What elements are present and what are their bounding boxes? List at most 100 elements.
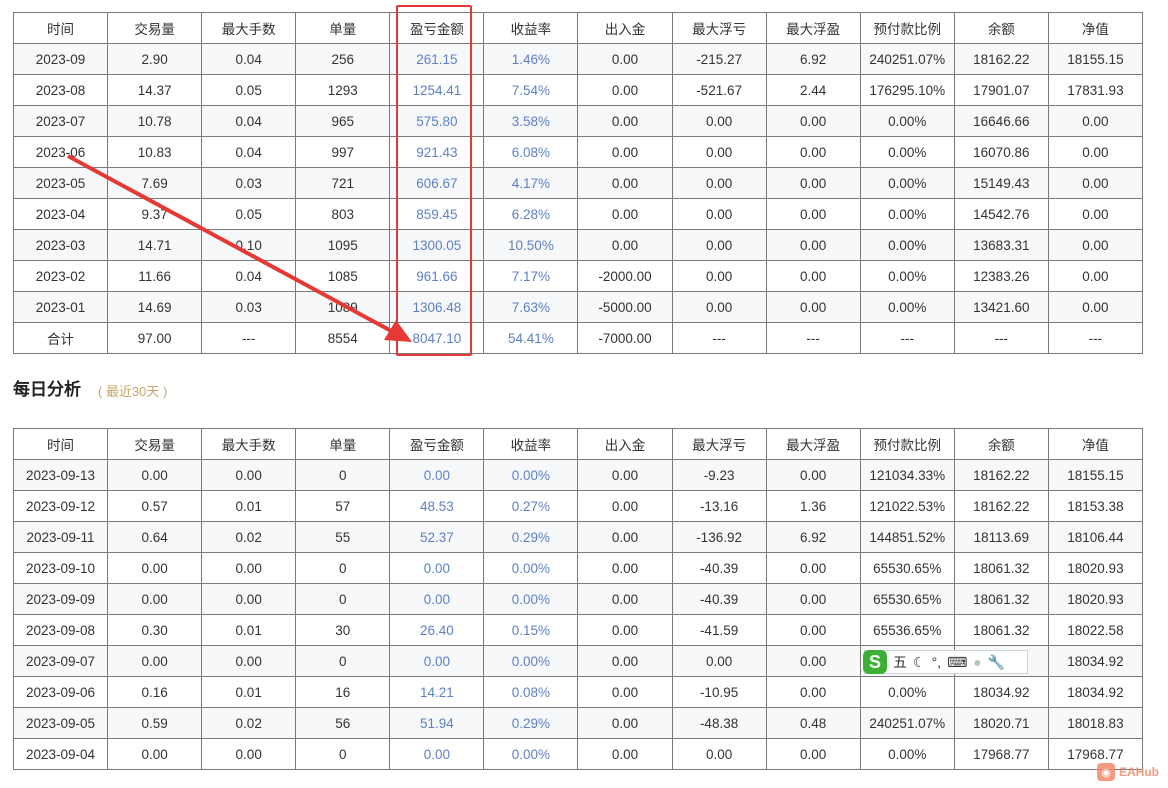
column-header[interactable]: 时间 <box>12 428 109 460</box>
cell-value: 0.00 <box>577 229 673 261</box>
cell-value: 0.00 <box>201 583 297 615</box>
cell-value: 803 <box>295 198 391 230</box>
cell-value: 0.00 <box>201 645 297 677</box>
cell-value: 0.00 <box>765 552 861 584</box>
cell-value: 256 <box>295 43 391 75</box>
cell-value: 57 <box>295 490 391 522</box>
column-header[interactable]: 单量 <box>295 12 391 44</box>
wrench-icon[interactable]: 🔧 <box>988 654 1005 671</box>
cell-value: 0.01 <box>201 490 297 522</box>
cell-value: 0.00 <box>671 260 767 292</box>
cell-date: 2023-01 <box>12 291 109 323</box>
column-header[interactable]: 时间 <box>12 12 109 44</box>
column-header[interactable]: 单量 <box>295 428 391 460</box>
cell-value: 17831.93 <box>1047 74 1144 106</box>
table-row: 2023-03 14.71 0.10 1095 1300.05 10.50% 0.00 0.0… <box>12 229 1144 261</box>
column-header[interactable]: 余额 <box>953 428 1049 460</box>
keyboard-icon[interactable]: ⌨ <box>947 654 967 671</box>
column-header[interactable]: 预付款比例 <box>859 428 955 460</box>
cell-value: 6.28% <box>483 198 579 230</box>
cell-value: 0.00% <box>859 229 955 261</box>
column-header[interactable]: 交易量 <box>107 12 203 44</box>
cell-value: 51.94 <box>389 707 485 739</box>
table-row: 2023-07 10.78 0.04 965 575.80 3.58% 0.00 0.00 0.… <box>12 105 1144 137</box>
column-header[interactable]: 最大手数 <box>201 12 297 44</box>
cell-value: -40.39 <box>671 552 767 584</box>
cell-value: -10.95 <box>671 676 767 708</box>
cell-value: --- <box>765 322 861 354</box>
watermark-text: EAHub <box>1119 765 1159 779</box>
cell-value: 121022.53% <box>859 490 955 522</box>
section-title: 每日分析 <box>13 380 81 399</box>
column-header[interactable]: 最大浮亏 <box>671 428 767 460</box>
cell-value: 55 <box>295 521 391 553</box>
cell-value: 18162.22 <box>953 43 1049 75</box>
cell-value: 0.00 <box>107 459 203 491</box>
column-header[interactable]: 出入金 <box>577 428 673 460</box>
column-header[interactable]: 净值 <box>1047 428 1144 460</box>
column-header[interactable]: 出入金 <box>577 12 673 44</box>
cell-value: 18061.32 <box>953 614 1049 646</box>
cell-date: 2023-06 <box>12 136 109 168</box>
cell-value: 0.00 <box>201 459 297 491</box>
cell-value: 0.02 <box>201 521 297 553</box>
cell-value: 0.00% <box>859 260 955 292</box>
cell-value: 961.66 <box>389 260 485 292</box>
cell-value: 0.03 <box>201 291 297 323</box>
cell-value: 0.00 <box>765 229 861 261</box>
cell-date: 2023-09-05 <box>12 707 109 739</box>
cell-value: 18034.92 <box>1047 676 1144 708</box>
cell-value: 0.00 <box>765 260 861 292</box>
cell-value: -136.92 <box>671 521 767 553</box>
cell-value: -9.23 <box>671 459 767 491</box>
cell-value: 48.53 <box>389 490 485 522</box>
column-header[interactable]: 净值 <box>1047 12 1144 44</box>
column-header[interactable]: 收益率 <box>483 428 579 460</box>
cell-date: 2023-04 <box>12 198 109 230</box>
cell-value: 0 <box>295 738 391 770</box>
cell-value: 0.00 <box>577 136 673 168</box>
column-header[interactable]: 最大手数 <box>201 428 297 460</box>
cell-value: 10.78 <box>107 105 203 137</box>
cell-value: 52.37 <box>389 521 485 553</box>
column-header[interactable]: 收益率 <box>483 12 579 44</box>
cell-value: 26.40 <box>389 614 485 646</box>
cell-value: 0.00% <box>483 583 579 615</box>
column-header[interactable]: 最大浮盈 <box>765 428 861 460</box>
column-header[interactable]: 交易量 <box>107 428 203 460</box>
cell-value: -2000.00 <box>577 260 673 292</box>
cell-value: 12383.26 <box>953 260 1049 292</box>
column-header[interactable]: 余额 <box>953 12 1049 44</box>
cell-value: 54.41% <box>483 322 579 354</box>
cell-value: 0.00 <box>577 105 673 137</box>
cell-value: 0.00 <box>765 136 861 168</box>
cell-value: 18020.93 <box>1047 552 1144 584</box>
cell-value: 65530.65% <box>859 583 955 615</box>
column-header[interactable]: 预付款比例 <box>859 12 955 44</box>
cell-value: 0 <box>295 583 391 615</box>
cell-value: 575.80 <box>389 105 485 137</box>
watermark: ◉ EAHub <box>1097 763 1159 781</box>
ime-toolbar[interactable]: S 五 ☾ °, ⌨ ● 🔧 <box>863 650 1028 674</box>
column-header[interactable]: 盈亏金额 <box>389 12 485 44</box>
column-header[interactable]: 最大浮盈 <box>765 12 861 44</box>
cell-value: 65536.65% <box>859 614 955 646</box>
cell-value: 65530.65% <box>859 552 955 584</box>
input-mode-indicator[interactable]: 五 <box>893 652 907 672</box>
cell-value: 0.00 <box>1047 105 1144 137</box>
user-icon[interactable]: ● <box>973 654 981 670</box>
punctuation-icon[interactable]: °, <box>932 654 942 670</box>
cell-value: 0.64 <box>107 521 203 553</box>
cell-value: 997 <box>295 136 391 168</box>
cell-value: 0.30 <box>107 614 203 646</box>
column-header[interactable]: 最大浮亏 <box>671 12 767 44</box>
cell-value: 0.03 <box>201 167 297 199</box>
cell-value: 0.05 <box>201 198 297 230</box>
cell-value: 0.00% <box>859 738 955 770</box>
column-header[interactable]: 盈亏金额 <box>389 428 485 460</box>
sogou-logo-icon[interactable]: S <box>863 650 887 674</box>
cell-value: 0.00% <box>859 167 955 199</box>
cell-value: 0.48 <box>765 707 861 739</box>
moon-icon[interactable]: ☾ <box>913 654 926 671</box>
cell-value: 18153.38 <box>1047 490 1144 522</box>
